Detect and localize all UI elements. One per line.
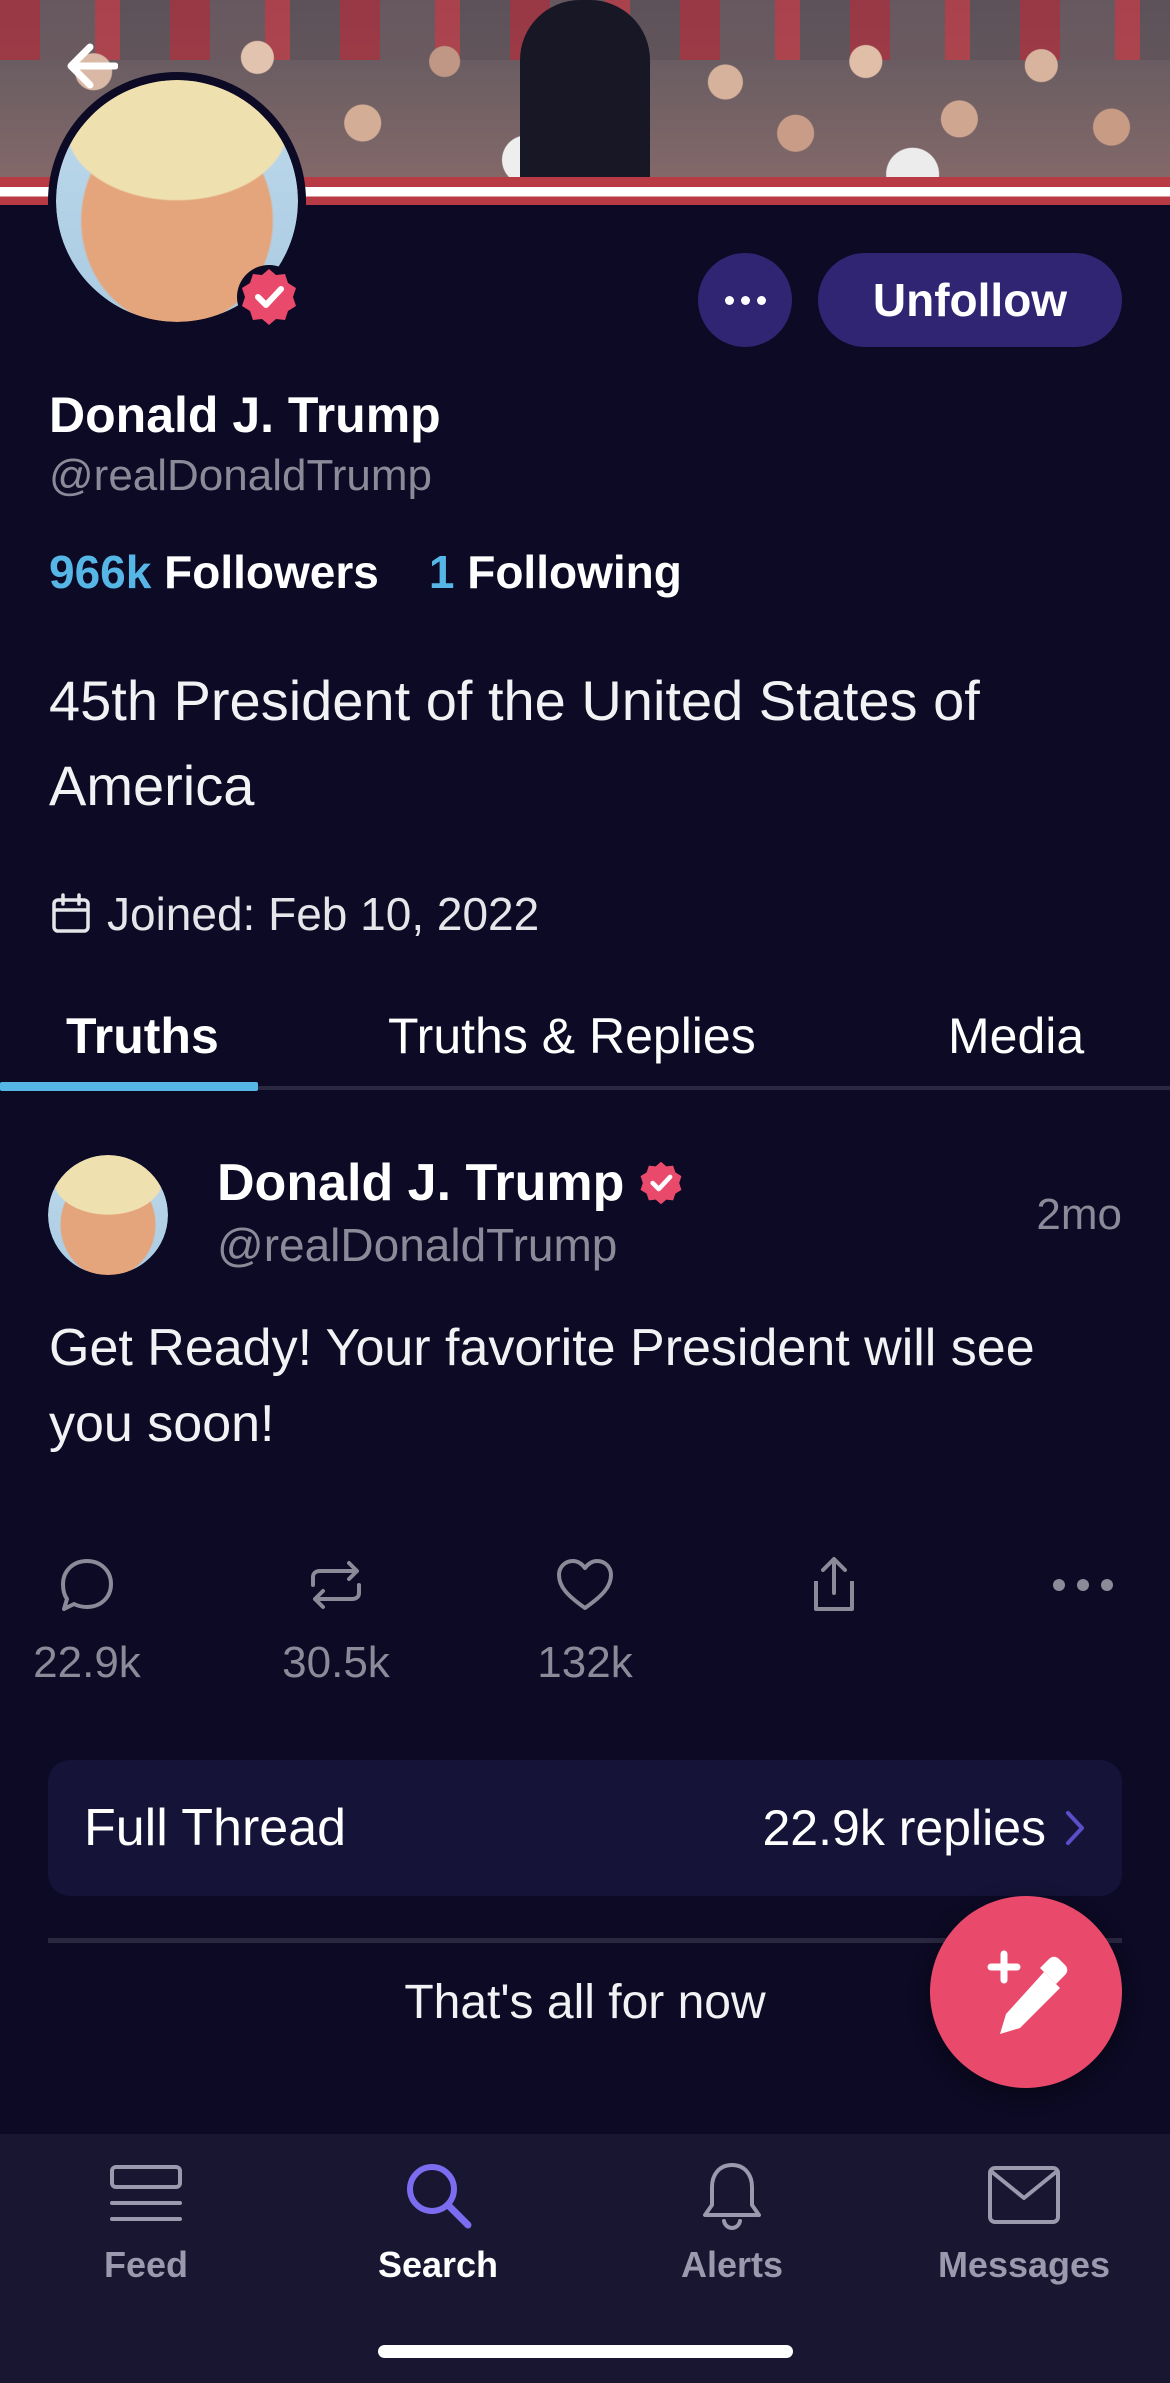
active-tab-indicator xyxy=(0,1082,258,1091)
retruth-icon xyxy=(311,1561,361,1609)
tab-truths[interactable]: Truths xyxy=(66,1000,219,1088)
thread-replies-count: 22.9k replies xyxy=(762,1800,1047,1856)
tab-media[interactable]: Media xyxy=(948,1000,1084,1088)
followers-label: Followers xyxy=(164,546,379,598)
reply-button[interactable]: 22.9k xyxy=(7,1550,167,1688)
back-button[interactable] xyxy=(62,36,122,96)
envelope-icon xyxy=(988,2166,1060,2224)
banner-speaker xyxy=(520,0,650,205)
nav-search-label: Search xyxy=(377,2244,499,2285)
nav-feed-label: Feed xyxy=(103,2244,189,2285)
joined-date: Joined: Feb 10, 2022 xyxy=(49,887,539,941)
post-avatar-image xyxy=(48,1155,168,1275)
following-link[interactable]: 1 Following xyxy=(429,545,682,599)
nav-feed[interactable]: Feed xyxy=(46,2154,246,2286)
nav-search[interactable]: Search xyxy=(338,2154,538,2286)
profile-name: Donald J. Trump xyxy=(49,387,441,443)
dot xyxy=(756,295,766,305)
home-indicator xyxy=(378,2345,793,2358)
full-thread-label: Full Thread xyxy=(84,1799,347,1857)
following-count: 1 xyxy=(428,546,455,598)
like-button[interactable]: 132k xyxy=(505,1550,665,1688)
share-icon xyxy=(814,1557,854,1611)
post-author-avatar[interactable] xyxy=(48,1155,168,1275)
followers-link[interactable]: 966k Followers xyxy=(49,545,379,599)
nav-alerts-label: Alerts xyxy=(680,2244,784,2285)
heart-icon xyxy=(557,1559,613,1610)
retruth-button[interactable]: 30.5k xyxy=(256,1550,416,1688)
search-icon xyxy=(407,2164,472,2229)
post-author-name[interactable]: Donald J. Trump xyxy=(217,1153,686,1213)
more-options-button[interactable] xyxy=(698,253,792,347)
joined-text: Joined: Feb 10, 2022 xyxy=(107,888,540,940)
feed-icon xyxy=(110,2165,182,2221)
like-count: 132k xyxy=(537,1638,633,1687)
dot xyxy=(724,295,734,305)
ellipsis-icon xyxy=(1053,1579,1113,1591)
profile-bio: 45th President of the United States of A… xyxy=(49,669,980,817)
post-author-handle: @realDonaldTrump xyxy=(217,1219,618,1271)
share-button[interactable] xyxy=(754,1550,914,1620)
nav-messages-label: Messages xyxy=(937,2244,1111,2285)
nav-messages[interactable]: Messages xyxy=(924,2154,1124,2286)
calendar-icon xyxy=(52,893,90,933)
profile-handle: @realDonaldTrump xyxy=(49,451,432,500)
compose-pencil-icon xyxy=(987,1950,1068,2034)
following-label: Following xyxy=(467,546,682,598)
bell-icon xyxy=(703,2163,761,2231)
verified-badge-icon xyxy=(236,264,302,330)
post-body[interactable]: Get Ready! Your favorite President will … xyxy=(49,1310,1109,1462)
profile-stats: 966k Followers 1 Following xyxy=(49,545,682,599)
followers-count: 966k xyxy=(49,546,152,598)
chevron-right-icon xyxy=(1066,1811,1084,1845)
post-more-button[interactable] xyxy=(1003,1550,1163,1620)
profile-tabs: Truths Truths & Replies Media xyxy=(22,1000,1170,1092)
post-author-name-text: Donald J. Trump xyxy=(217,1154,625,1212)
verified-badge-icon xyxy=(640,1161,682,1205)
post-timestamp: 2mo xyxy=(1036,1190,1122,1239)
reply-count: 22.9k xyxy=(33,1638,141,1687)
retruth-count: 30.5k xyxy=(282,1638,390,1687)
thread-replies: 22.9k replies xyxy=(763,1799,1087,1857)
arrow-left-icon xyxy=(67,43,118,89)
full-thread-link[interactable]: Full Thread 22.9k replies xyxy=(48,1760,1122,1896)
reply-icon xyxy=(61,1559,113,1611)
compose-button[interactable] xyxy=(930,1896,1122,2088)
unfollow-button[interactable]: Unfollow xyxy=(818,253,1122,347)
dot xyxy=(740,295,750,305)
post-actions: 22.9k 30.5k 132k xyxy=(0,1550,1170,1710)
tab-truths-and-replies[interactable]: Truths & Replies xyxy=(388,1000,756,1088)
nav-alerts[interactable]: Alerts xyxy=(632,2154,832,2286)
